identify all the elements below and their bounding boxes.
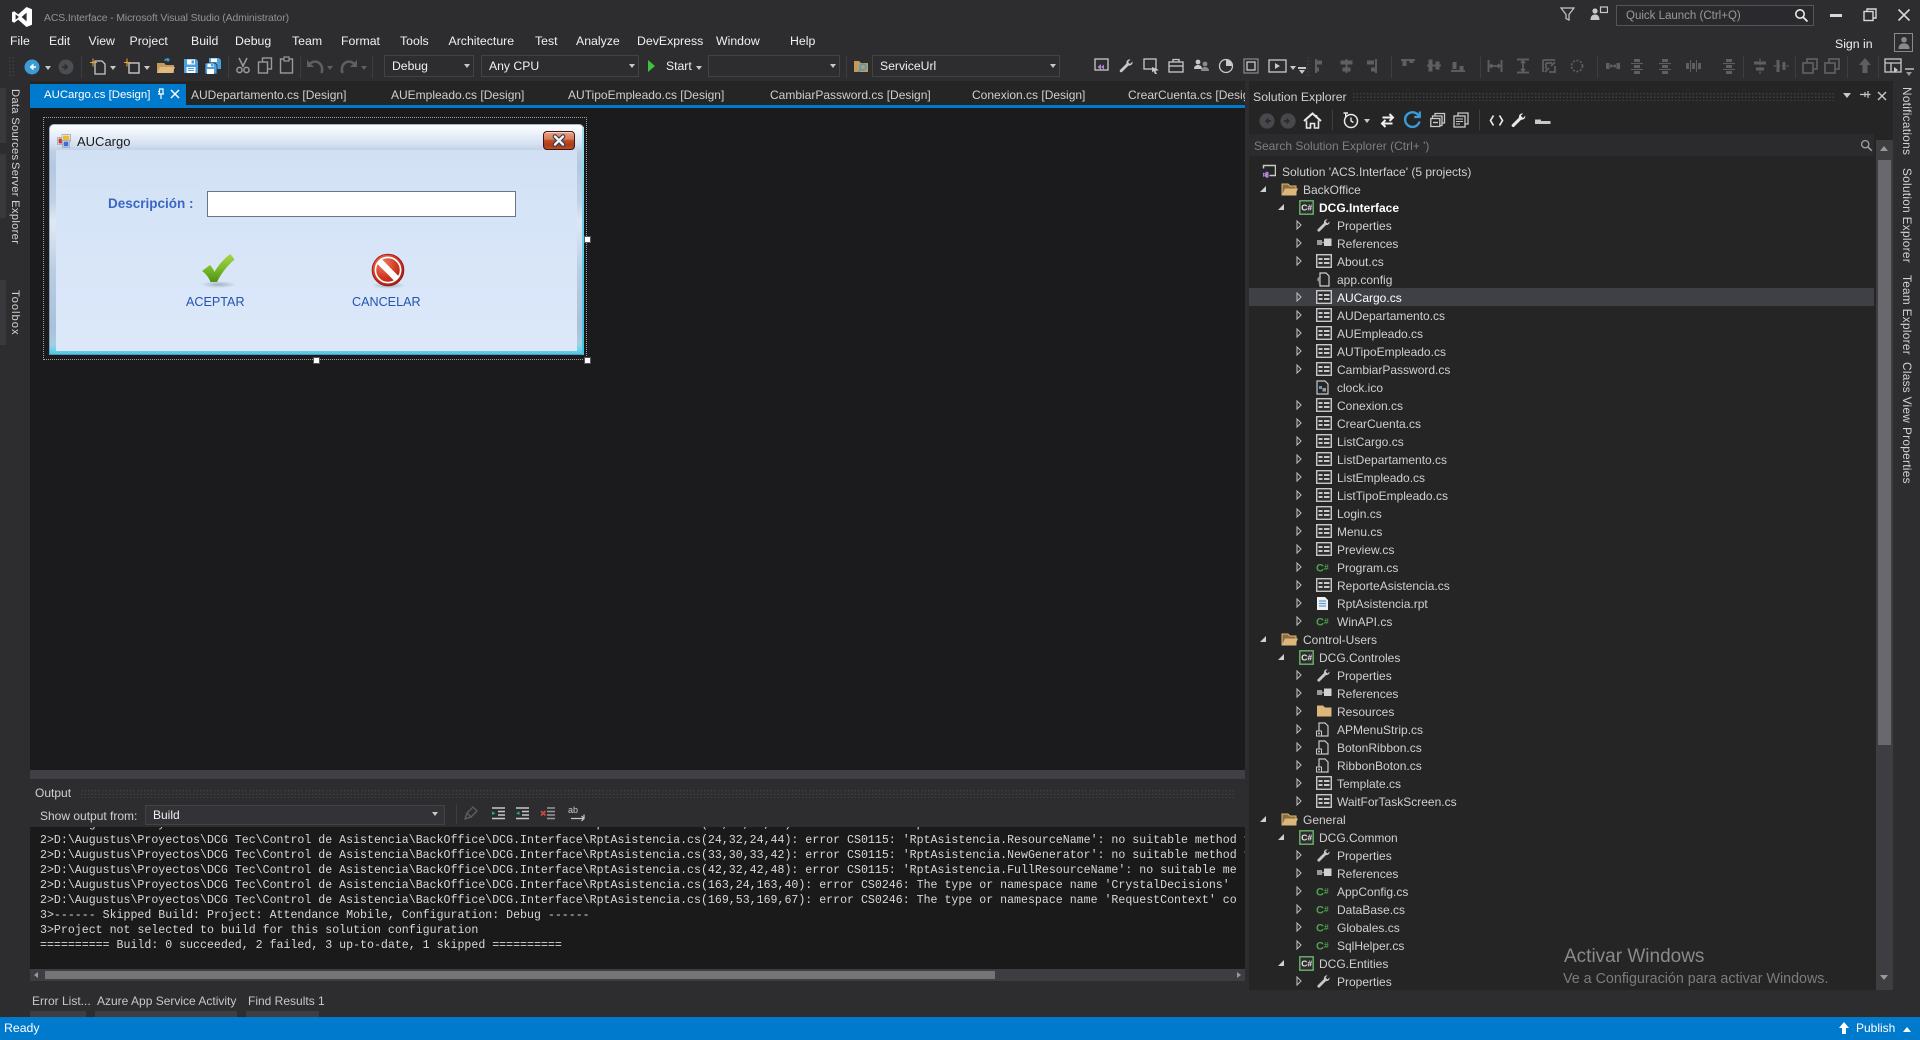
svg-text:#: # [1324, 904, 1329, 914]
svg-text:C#: C# [1301, 653, 1312, 663]
svg-text:C#: C# [1301, 203, 1312, 213]
svg-text:#: # [1324, 940, 1329, 950]
svg-text:C: C [1316, 941, 1324, 953]
svg-text:C#: C# [1301, 959, 1312, 969]
svg-text:C: C [1316, 923, 1324, 935]
svg-text:#: # [1324, 922, 1329, 932]
svg-text:C: C [1316, 887, 1324, 899]
svg-text:ab: ab [568, 805, 578, 815]
svg-text:#: # [1324, 886, 1329, 896]
svg-text:#: # [1324, 616, 1329, 626]
svg-text:#: # [1324, 562, 1329, 572]
svg-text:C#: C# [1301, 833, 1312, 843]
svg-text:C: C [1316, 563, 1324, 575]
svg-text:C: C [1316, 617, 1324, 629]
svg-text:C: C [1316, 905, 1324, 917]
